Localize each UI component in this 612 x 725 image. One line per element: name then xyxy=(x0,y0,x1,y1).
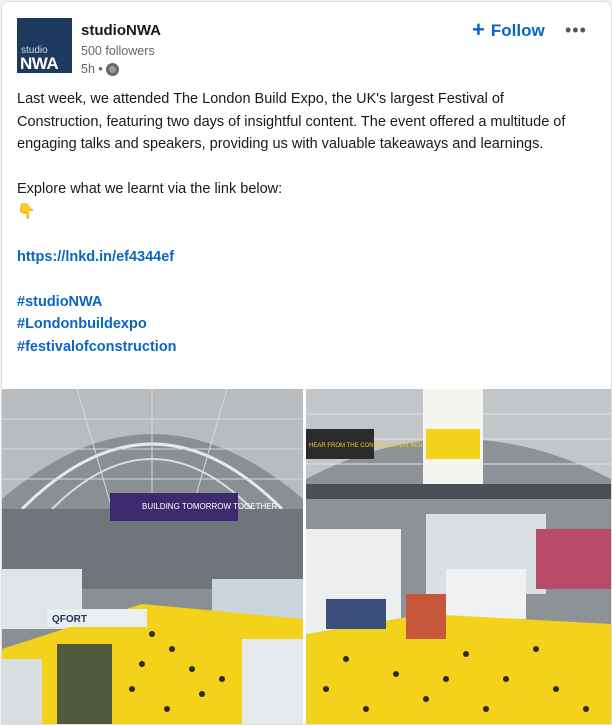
hashtag-link[interactable]: #Londonbuildexpo xyxy=(17,316,147,332)
plus-icon: + xyxy=(472,17,485,42)
post-image-gallery: BUILDING TOMORROW TOGETHER QFORT HEAR FR… xyxy=(2,389,611,724)
more-options-icon[interactable]: ••• xyxy=(565,20,587,41)
globe-icon xyxy=(105,62,119,76)
qfort-sign-text: QFORT xyxy=(52,614,87,625)
post-paragraph: Explore what we learnt via the link belo… xyxy=(17,181,283,197)
post-time: 5h • xyxy=(81,62,103,76)
author-name[interactable]: studioNWA xyxy=(81,22,161,39)
company-logo[interactable]: studio NWA xyxy=(17,18,72,73)
hashtag-link[interactable]: #studioNWA xyxy=(17,294,102,310)
expo-banner-text: BUILDING TOMORROW TOGETHER xyxy=(142,502,278,511)
logo-text-big: NWA xyxy=(20,54,59,73)
post-meta: 5h • xyxy=(81,62,119,76)
post-body: Last week, we attended The London Build … xyxy=(17,88,592,358)
industry-sign-text: HEAR FROM THE CONSTRUCTION INDUSTRY xyxy=(309,443,441,449)
post-paragraph: Last week, we attended The London Build … xyxy=(17,91,566,152)
hashtag-link[interactable]: #festivalofconstruction xyxy=(17,339,177,355)
expo-photo-left[interactable]: BUILDING TOMORROW TOGETHER QFORT xyxy=(2,389,303,724)
post-header: studio NWA studioNWA 500 followers 5h • … xyxy=(17,18,611,78)
post-link[interactable]: https://lnkd.in/ef4344ef xyxy=(17,249,174,265)
expo-photo-right[interactable]: HEAR FROM THE CONSTRUCTION INDUSTRY xyxy=(306,389,611,724)
follow-label: Follow xyxy=(490,21,545,40)
follow-button[interactable]: + Follow xyxy=(472,18,545,44)
post-card: studio NWA studioNWA 500 followers 5h • … xyxy=(1,1,612,725)
pointing-down-icon: 👇 xyxy=(17,202,36,220)
follower-count: 500 followers xyxy=(81,44,155,58)
